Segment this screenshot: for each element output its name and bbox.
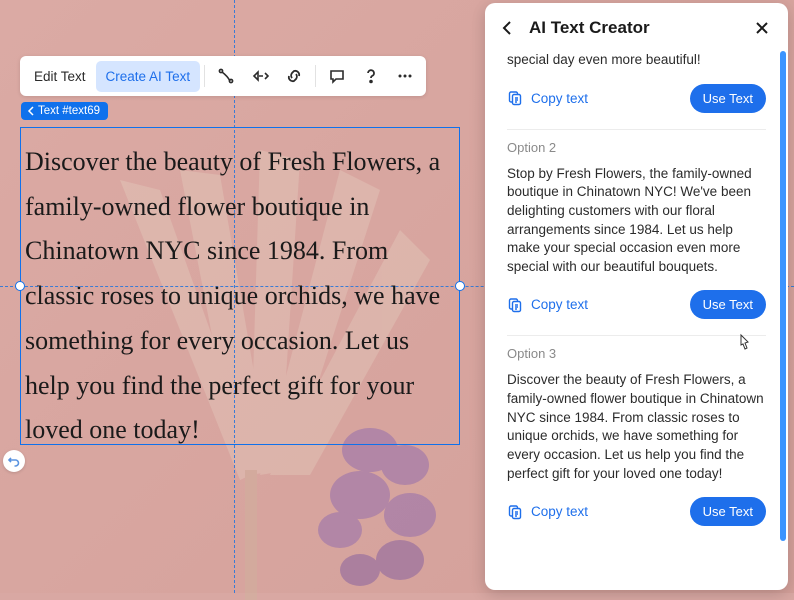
copy-label: Copy text bbox=[531, 297, 588, 312]
undo-icon bbox=[7, 454, 21, 468]
more-icon[interactable] bbox=[388, 60, 422, 92]
use-text-button[interactable]: Use Text bbox=[690, 290, 766, 319]
copy-icon bbox=[507, 504, 523, 520]
toolbar-separator bbox=[315, 65, 316, 87]
edit-text-button[interactable]: Edit Text bbox=[24, 61, 96, 92]
copy-text-button[interactable]: Copy text bbox=[507, 504, 588, 520]
animation-icon[interactable] bbox=[243, 60, 277, 92]
option-3: Option 3 Discover the beauty of Fresh Fl… bbox=[507, 336, 766, 542]
help-icon[interactable] bbox=[354, 60, 388, 92]
option-label: Option 2 bbox=[507, 140, 766, 155]
option-label: Option 3 bbox=[507, 346, 766, 361]
close-icon bbox=[755, 21, 769, 35]
panel-title: AI Text Creator bbox=[529, 18, 742, 38]
link-icon[interactable] bbox=[277, 60, 311, 92]
option-text: special day even more beautiful! bbox=[507, 51, 766, 70]
text-toolbar: Edit Text Create AI Text bbox=[20, 56, 426, 96]
resize-handle-left[interactable] bbox=[15, 281, 25, 291]
undo-button[interactable] bbox=[3, 450, 25, 472]
copy-label: Copy text bbox=[531, 504, 588, 519]
option-1-partial: special day even more beautiful! Copy te… bbox=[507, 51, 766, 129]
option-actions: Copy text Use Text bbox=[507, 497, 766, 526]
panel-header: AI Text Creator bbox=[485, 3, 788, 51]
use-text-button[interactable]: Use Text bbox=[690, 497, 766, 526]
option-actions: Copy text Use Text bbox=[507, 84, 766, 113]
option-text: Discover the beauty of Fresh Flowers, a … bbox=[507, 371, 766, 483]
text-frame[interactable]: Discover the beauty of Fresh Flowers, a … bbox=[20, 127, 460, 445]
back-button[interactable] bbox=[497, 17, 519, 39]
copy-icon bbox=[507, 297, 523, 313]
chevron-left-icon bbox=[27, 106, 35, 116]
cursor-pointer-icon bbox=[735, 333, 753, 355]
use-text-button[interactable]: Use Text bbox=[690, 84, 766, 113]
element-tag[interactable]: Text #text69 bbox=[21, 102, 108, 120]
copy-text-button[interactable]: Copy text bbox=[507, 297, 588, 313]
ai-text-creator-panel: AI Text Creator special day even more be… bbox=[485, 3, 788, 590]
create-ai-text-button[interactable]: Create AI Text bbox=[96, 61, 201, 92]
option-actions: Copy text Use Text bbox=[507, 290, 766, 319]
curve-tool-icon[interactable] bbox=[209, 60, 243, 92]
close-button[interactable] bbox=[752, 18, 772, 38]
resize-handle-right[interactable] bbox=[455, 281, 465, 291]
chevron-left-icon bbox=[500, 20, 516, 36]
copy-label: Copy text bbox=[531, 91, 588, 106]
comment-icon[interactable] bbox=[320, 60, 354, 92]
option-2: Option 2 Stop by Fresh Flowers, the fami… bbox=[507, 130, 766, 336]
toolbar-separator bbox=[204, 65, 205, 87]
copy-icon bbox=[507, 90, 523, 106]
scrollbar[interactable] bbox=[780, 51, 786, 584]
option-text: Stop by Fresh Flowers, the family-owned … bbox=[507, 165, 766, 277]
element-tag-label: Text #text69 bbox=[38, 105, 100, 117]
text-content[interactable]: Discover the beauty of Fresh Flowers, a … bbox=[25, 140, 451, 453]
scrollbar-thumb[interactable] bbox=[780, 51, 786, 541]
panel-body[interactable]: special day even more beautiful! Copy te… bbox=[485, 51, 788, 590]
copy-text-button[interactable]: Copy text bbox=[507, 90, 588, 106]
